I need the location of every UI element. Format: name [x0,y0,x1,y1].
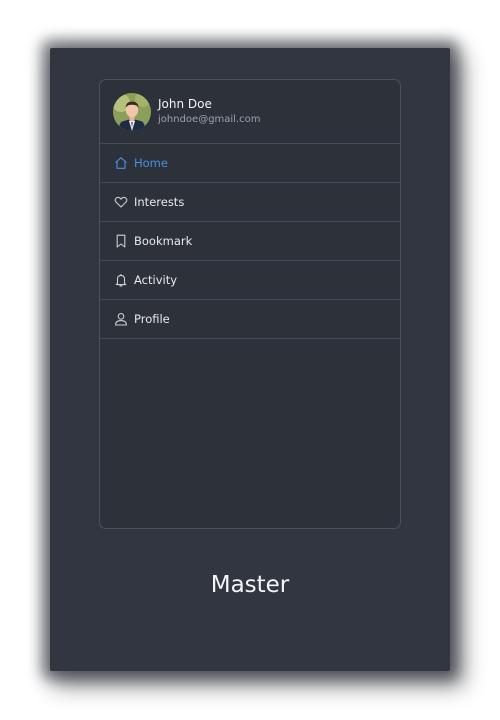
stage: John Doe johndoe@gmail.com Home Interest… [0,0,500,720]
card-caption: Master [210,572,290,598]
nav-label-home: Home [134,156,168,170]
avatar-photo-icon [113,92,151,131]
nav-label-activity: Activity [134,273,178,287]
nav-label-bookmark: Bookmark [134,234,193,248]
nav-item-interests[interactable]: Interests [100,183,400,222]
preview-card: John Doe johndoe@gmail.com Home Interest… [50,48,450,671]
user-info: John Doe johndoe@gmail.com [158,96,261,127]
nav-item-bookmark[interactable]: Bookmark [100,222,400,261]
user-icon [114,312,128,326]
nav-label-profile: Profile [134,312,170,326]
bell-icon [114,273,128,287]
heart-icon [114,195,128,209]
nav-item-home[interactable]: Home [100,144,400,183]
user-header[interactable]: John Doe johndoe@gmail.com [100,80,400,144]
sidebar-menu: John Doe johndoe@gmail.com Home Interest… [99,79,401,529]
nav-item-activity[interactable]: Activity [100,261,400,300]
nav-item-profile[interactable]: Profile [100,300,400,339]
bookmark-icon [114,234,128,248]
nav-label-interests: Interests [134,195,185,209]
user-name: John Doe [158,97,212,111]
avatar[interactable] [113,92,151,131]
user-email: johndoe@gmail.com [158,114,261,125]
home-icon [114,156,128,170]
